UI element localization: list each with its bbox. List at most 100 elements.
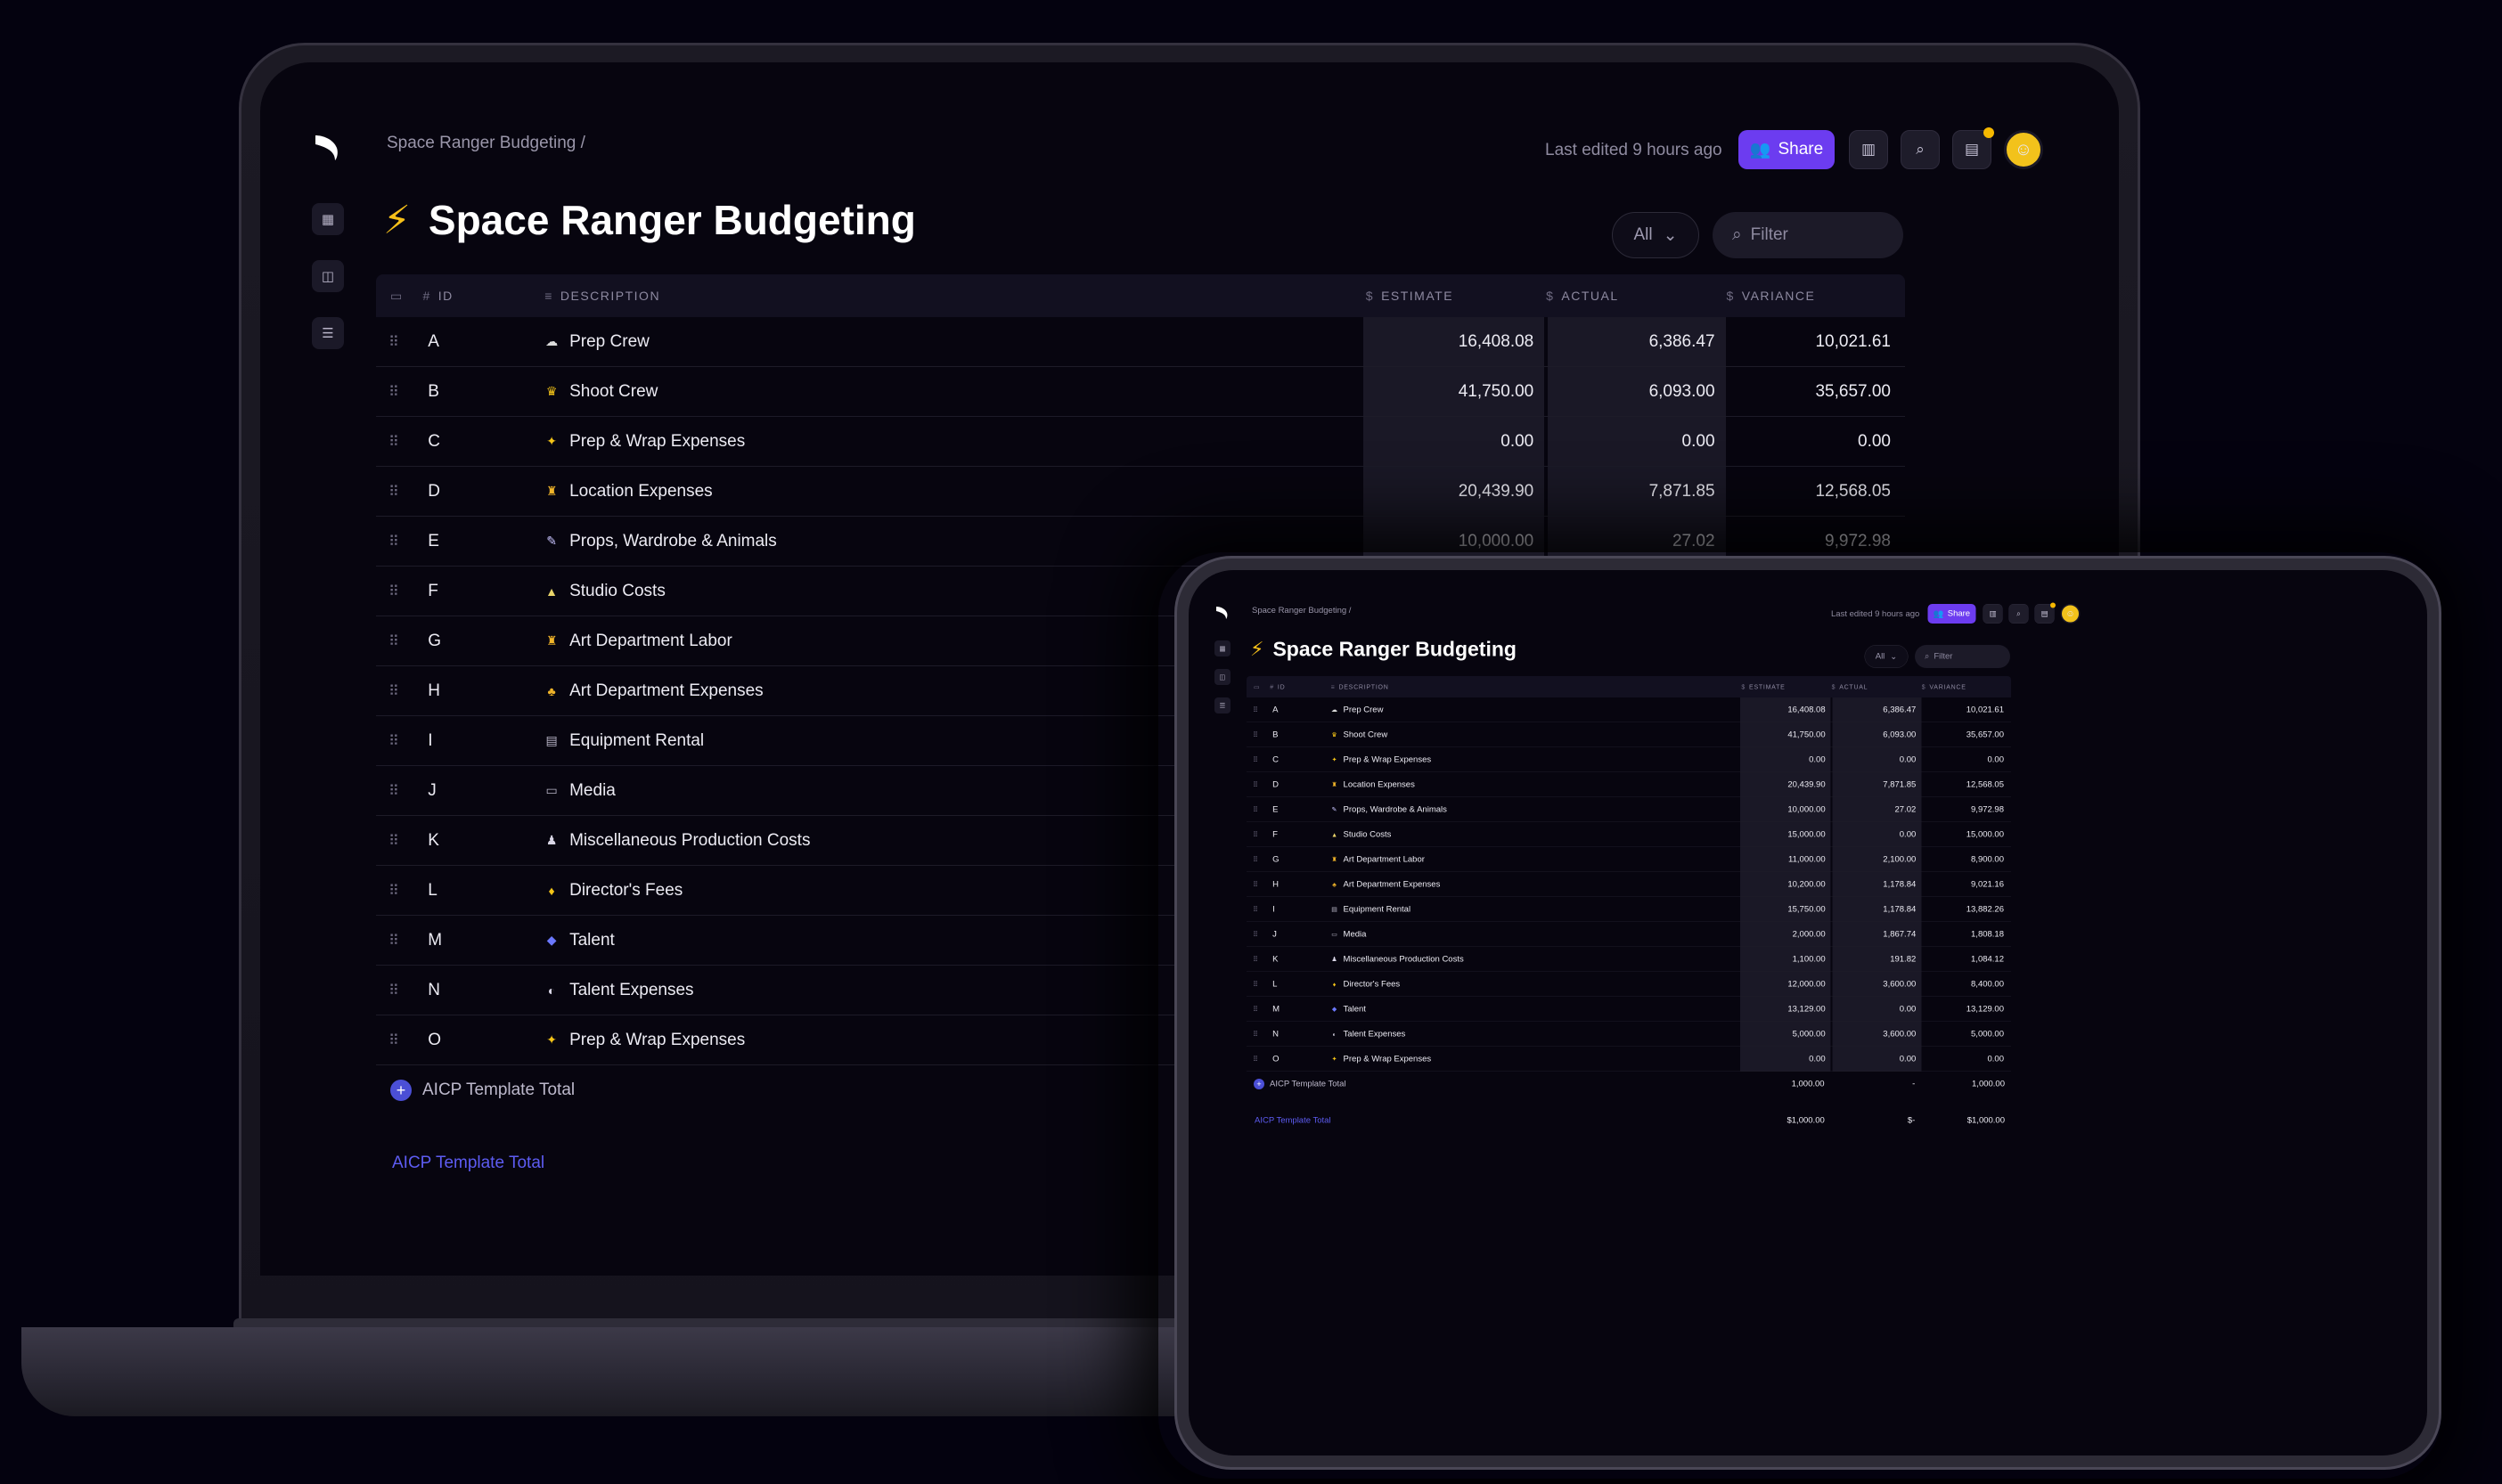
row-description[interactable]: ▤ Equipment Rental — [1331, 897, 1741, 922]
drag-handle-icon[interactable]: ⠿ — [1247, 772, 1270, 797]
row-estimate[interactable]: 16,408.08 — [1740, 697, 1831, 722]
row-description[interactable]: ☁ Prep Crew — [544, 317, 1363, 366]
comments-icon[interactable]: ▤ — [2034, 602, 2056, 624]
avatar[interactable]: ☺ — [2060, 604, 2081, 624]
table-row[interactable]: ⠿ M ◆ Talent 13,129.00 0.00 13,129.00 — [1247, 997, 2011, 1022]
row-estimate[interactable]: 0.00 — [1740, 747, 1831, 772]
table-row[interactable]: ⠿ D ♜ Location Expenses 20,439.90 7,871.… — [376, 467, 1905, 517]
template-total-row[interactable]: + AICP Template Total 1,000.00 - 1,000.0… — [1247, 1072, 2011, 1097]
drag-handle-icon[interactable]: ⠿ — [1247, 947, 1270, 972]
database-icon[interactable]: ☰ — [1214, 697, 1231, 713]
table-row[interactable]: ⠿ B ♛ Shoot Crew 41,750.00 6,093.00 35,6… — [376, 367, 1905, 417]
search-icon[interactable]: ⌕ — [1901, 130, 1940, 169]
drag-handle-icon[interactable]: ⠿ — [1247, 972, 1270, 997]
table-row[interactable]: ⠿ A ☁ Prep Crew 16,408.08 6,386.47 10,02… — [376, 317, 1905, 367]
drag-handle-icon[interactable]: ⠿ — [1247, 747, 1270, 772]
drag-handle-icon[interactable]: ⠿ — [376, 766, 422, 815]
row-actual[interactable]: 1,867.74 — [1830, 922, 1922, 947]
table-row[interactable]: ⠿ D ♜ Location Expenses 20,439.90 7,871.… — [1247, 772, 2011, 797]
drag-handle-icon[interactable]: ⠿ — [376, 616, 422, 665]
row-estimate[interactable]: 20,439.90 — [1740, 772, 1831, 797]
row-actual[interactable]: 3,600.00 — [1830, 1022, 1922, 1047]
filter-input[interactable]: ⌕ Filter — [1713, 212, 1903, 258]
row-estimate[interactable]: 1,100.00 — [1740, 947, 1831, 972]
table-row[interactable]: ⠿ K ♟ Miscellaneous Production Costs 1,1… — [1247, 947, 2011, 972]
row-description[interactable]: ✦ Prep & Wrap Expenses — [1331, 747, 1741, 772]
row-estimate[interactable]: 12,000.00 — [1740, 972, 1831, 997]
breadcrumb[interactable]: Space Ranger Budgeting / — [1252, 606, 1351, 616]
table-view-icon[interactable]: ▦ — [1214, 640, 1231, 656]
row-actual[interactable]: 1,178.84 — [1830, 872, 1922, 897]
view-select[interactable]: All ⌄ — [1864, 645, 1909, 668]
drag-handle-icon[interactable]: ⠿ — [376, 517, 422, 566]
share-button[interactable]: 👥 Share — [1738, 130, 1835, 169]
header-actual[interactable]: $ ACTUAL — [1546, 289, 1726, 303]
drag-handle-icon[interactable]: ⠿ — [1247, 847, 1270, 872]
drag-handle-icon[interactable]: ⠿ — [1247, 722, 1270, 747]
row-estimate[interactable]: 0.00 — [1363, 417, 1545, 466]
table-row[interactable]: ⠿ B ♛ Shoot Crew 41,750.00 6,093.00 35,6… — [1247, 722, 2011, 747]
view-select[interactable]: All ⌄ — [1612, 212, 1699, 258]
row-estimate[interactable]: 11,000.00 — [1740, 847, 1831, 872]
row-description[interactable]: ▭ Media — [1331, 922, 1741, 947]
avatar[interactable]: ☺ — [2004, 130, 2043, 169]
row-estimate[interactable]: 41,750.00 — [1740, 722, 1831, 747]
row-actual[interactable]: 191.82 — [1830, 947, 1922, 972]
add-row-icon[interactable]: + — [390, 1080, 412, 1101]
header-variance[interactable]: $ VARIANCE — [1726, 289, 1905, 303]
row-description[interactable]: ✦ Prep & Wrap Expenses — [544, 417, 1363, 466]
drag-handle-icon[interactable]: ⠿ — [1247, 1047, 1270, 1072]
header-estimate[interactable]: $ ESTIMATE — [1741, 683, 1831, 690]
table-row[interactable]: ⠿ C ✦ Prep & Wrap Expenses 0.00 0.00 0.0… — [376, 417, 1905, 467]
row-actual[interactable]: 0.00 — [1830, 1047, 1922, 1072]
row-actual[interactable]: 3,600.00 — [1830, 972, 1922, 997]
row-description[interactable]: ✦ Prep & Wrap Expenses — [1331, 1047, 1741, 1072]
row-estimate[interactable]: 5,000.00 — [1740, 1022, 1831, 1047]
row-actual[interactable]: 6,093.00 — [1830, 722, 1922, 747]
layout-icon[interactable]: ▥ — [1983, 604, 2003, 624]
drag-handle-icon[interactable]: ⠿ — [376, 467, 422, 516]
drag-handle-icon[interactable]: ⠿ — [376, 367, 422, 416]
row-estimate[interactable]: 0.00 — [1740, 1047, 1831, 1072]
row-description[interactable]: ♣ Art Department Expenses — [1331, 872, 1741, 897]
chat-view-icon[interactable]: ◫ — [1214, 669, 1231, 685]
header-id[interactable]: # ID — [422, 289, 544, 303]
row-actual[interactable]: 1,178.84 — [1830, 897, 1922, 922]
drag-handle-icon[interactable]: ⠿ — [1247, 1022, 1270, 1047]
row-actual[interactable]: 2,100.00 — [1830, 847, 1922, 872]
row-actual[interactable]: 0.00 — [1830, 747, 1922, 772]
search-icon[interactable]: ⌕ — [2008, 604, 2029, 624]
row-actual[interactable]: 7,871.85 — [1544, 467, 1726, 516]
drag-handle-icon[interactable]: ⠿ — [1247, 922, 1270, 947]
row-estimate[interactable]: 15,000.00 — [1740, 822, 1831, 847]
row-estimate[interactable]: 20,439.90 — [1363, 467, 1545, 516]
table-row[interactable]: ⠿ L ♦ Director's Fees 12,000.00 3,600.00… — [1247, 972, 2011, 997]
row-description[interactable]: ♜ Art Department Labor — [1331, 847, 1741, 872]
drag-handle-icon[interactable]: ⠿ — [1247, 797, 1270, 822]
drag-handle-icon[interactable]: ⠿ — [376, 317, 422, 366]
row-description[interactable]: ♛ Shoot Crew — [1331, 722, 1741, 747]
chat-view-icon[interactable]: ◫ — [312, 260, 344, 292]
drag-handle-icon[interactable]: ⠿ — [376, 916, 422, 965]
row-description[interactable]: ♦ Director's Fees — [1331, 972, 1741, 997]
drag-handle-icon[interactable]: ⠿ — [1247, 897, 1270, 922]
table-row[interactable]: ⠿ O ✦ Prep & Wrap Expenses 0.00 0.00 0.0… — [1247, 1047, 2011, 1072]
drag-handle-icon[interactable]: ⠿ — [376, 417, 422, 466]
drag-handle-icon[interactable]: ⠿ — [1247, 697, 1270, 722]
header-id[interactable]: # ID — [1270, 683, 1330, 690]
drag-handle-icon[interactable]: ⠿ — [1247, 822, 1270, 847]
grand-total-label[interactable]: AICP Template Total — [1247, 1116, 1740, 1126]
drag-handle-icon[interactable]: ⠿ — [376, 716, 422, 765]
drag-handle-icon[interactable]: ⠿ — [1247, 872, 1270, 897]
row-estimate[interactable]: 41,750.00 — [1363, 367, 1545, 416]
row-description[interactable]: ◆ Talent — [1331, 997, 1741, 1022]
table-row[interactable]: ⠿ G ♜ Art Department Labor 11,000.00 2,1… — [1247, 847, 2011, 872]
row-actual[interactable]: 27.02 — [1830, 797, 1922, 822]
row-actual[interactable]: 6,386.47 — [1544, 317, 1726, 366]
drag-handle-icon[interactable]: ⠿ — [376, 567, 422, 616]
layout-icon[interactable]: ▥ — [1849, 130, 1888, 169]
row-estimate[interactable]: 15,750.00 — [1740, 897, 1831, 922]
row-actual[interactable]: 0.00 — [1830, 822, 1922, 847]
header-description[interactable]: ≡ DESCRIPTION — [1331, 683, 1742, 690]
drag-handle-icon[interactable]: ⠿ — [376, 966, 422, 1015]
